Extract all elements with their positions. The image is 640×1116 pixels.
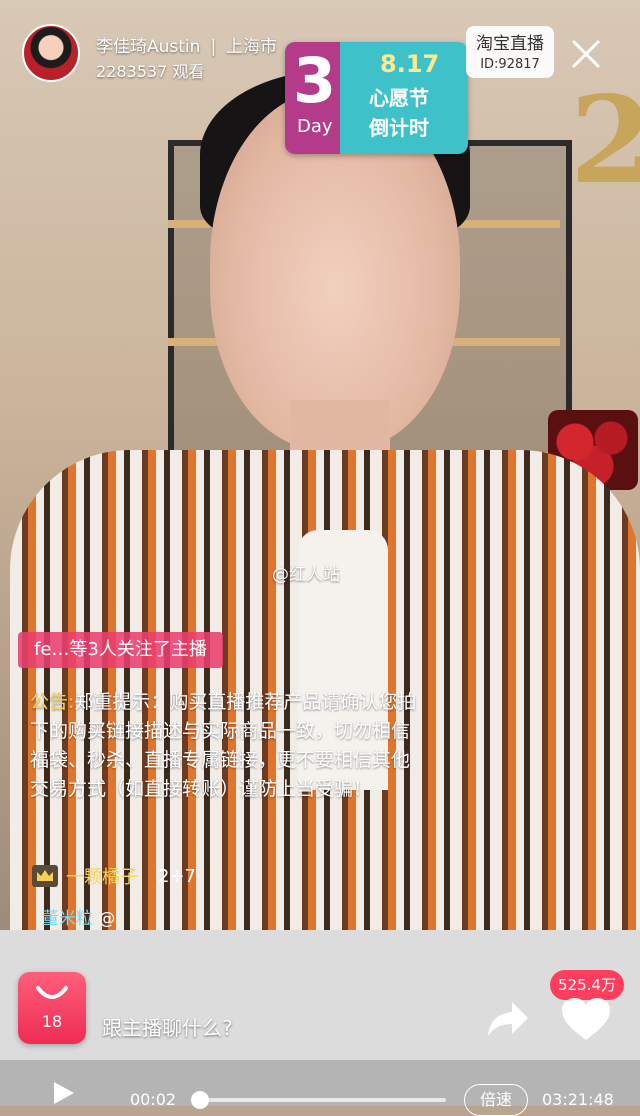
- total-time: 03:21:48: [542, 1090, 614, 1109]
- close-icon[interactable]: [566, 34, 606, 74]
- promo-countdown-badge[interactable]: 3 Day 8.17 心愿节 倒计时: [285, 42, 468, 154]
- room-id: ID:92817: [466, 57, 554, 72]
- share-icon[interactable]: [484, 996, 530, 1040]
- watermark: @红人站: [272, 560, 340, 585]
- separator: |: [210, 37, 216, 57]
- fan-message-text: 2+7: [158, 866, 196, 887]
- cart-count: 18: [18, 1012, 86, 1031]
- promo-date: 8.17: [380, 50, 439, 78]
- crown-icon: [32, 865, 58, 887]
- platform-badge: 淘宝直播 ID:92817: [466, 26, 554, 78]
- current-time: 00:02: [130, 1090, 176, 1109]
- speed-button[interactable]: 倍速: [464, 1084, 528, 1116]
- live-video-frame: 2: [0, 0, 640, 1106]
- heart-icon[interactable]: [560, 996, 612, 1044]
- host-avatar[interactable]: [22, 24, 80, 82]
- fan-name[interactable]: 一颗橘子: [66, 863, 138, 889]
- progress-slider[interactable]: [200, 1098, 446, 1102]
- viewer-count: 2283537 观看: [96, 58, 204, 82]
- host-location: 上海市: [226, 37, 277, 57]
- announcement-label: 公告:: [30, 691, 74, 713]
- host-info[interactable]: 李佳琦Austin | 上海市: [96, 32, 277, 57]
- promo-title: 心愿节: [369, 82, 429, 111]
- promo-countdown-number: 3: [293, 44, 336, 117]
- progress-handle[interactable]: [191, 1091, 209, 1109]
- announcement: 公告:郑重提示：购买直播推荐产品请确认您拍下的购买链接描述与实际商品一致，切勿相…: [30, 688, 420, 804]
- background-decor: 2: [570, 70, 640, 211]
- play-icon[interactable]: [50, 1080, 76, 1106]
- chat-user-name[interactable]: 董米粒: [42, 909, 93, 929]
- shopping-bag-button[interactable]: 18: [18, 972, 86, 1044]
- host-name: 李佳琦Austin: [96, 37, 200, 57]
- announcement-text: 郑重提示：购买直播推荐产品请确认您拍下的购买链接描述与实际商品一致，切勿相信福袋…: [30, 691, 416, 800]
- shopping-bag-icon: [18, 972, 86, 1012]
- follow-toast: fe…等3人关注了主播: [18, 632, 223, 668]
- promo-countdown-unit: Day: [297, 116, 333, 137]
- chat-input[interactable]: 跟主播聊什么?: [102, 1012, 233, 1041]
- chat-message-text: @: [98, 909, 115, 929]
- chat-message: 董米粒 @: [42, 904, 115, 929]
- platform-name: 淘宝直播: [466, 29, 554, 54]
- fan-message: 一颗橘子 2+7: [32, 862, 196, 890]
- promo-subtitle: 倒计时: [369, 112, 429, 141]
